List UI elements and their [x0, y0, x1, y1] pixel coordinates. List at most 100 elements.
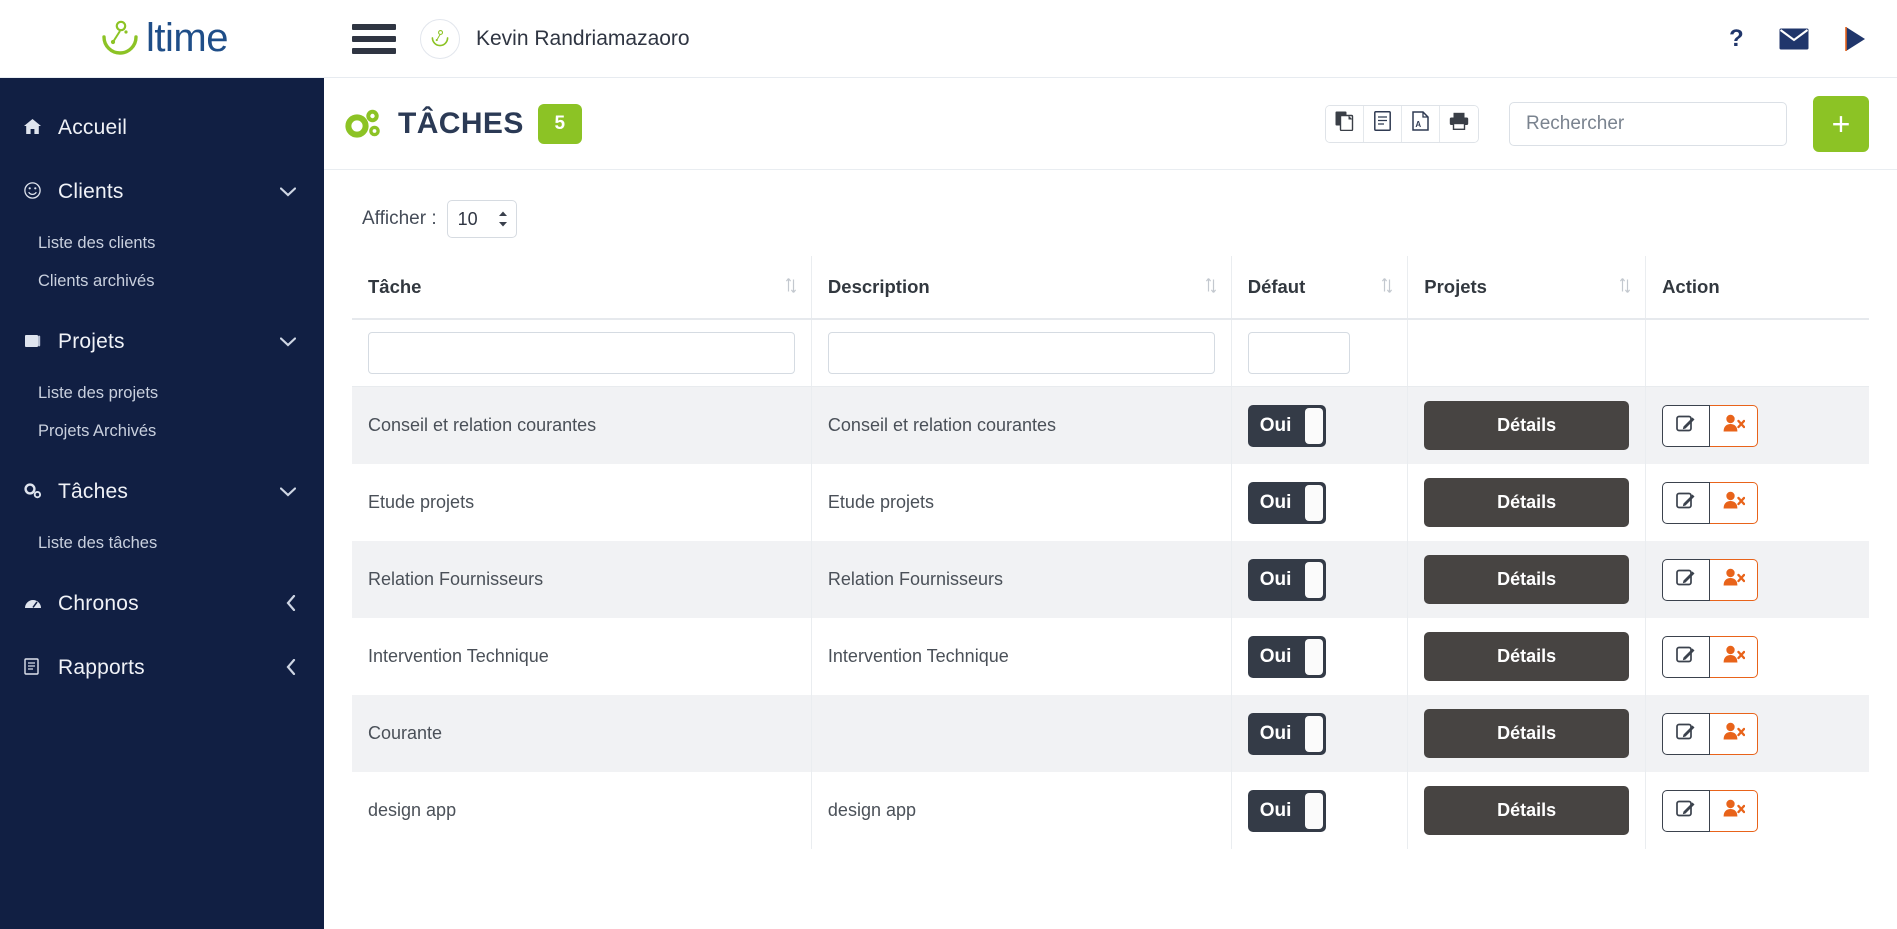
pencil-square-icon [1676, 490, 1696, 515]
defaut-toggle[interactable]: Oui [1247, 789, 1326, 832]
edit-row-button[interactable] [1662, 789, 1711, 832]
copy-export-button[interactable] [1326, 105, 1364, 142]
row-action-group [1662, 558, 1759, 601]
avatar[interactable] [420, 18, 460, 59]
column-header-description[interactable]: Description [811, 256, 1232, 320]
details-button[interactable]: Détails [1424, 632, 1630, 681]
column-label: Projets [1424, 276, 1487, 297]
top-bar: Kevin Randriamazaoro ? [324, 0, 1897, 78]
edit-row-button[interactable] [1662, 635, 1711, 678]
pdf-icon: A [1412, 111, 1429, 136]
remove-user-button[interactable] [1710, 635, 1759, 678]
sidebar-item-taches[interactable]: Tâches [0, 460, 324, 524]
logo-mark-icon [96, 15, 144, 63]
user-name: Kevin Randriamazaoro [476, 26, 690, 50]
sort-icon[interactable] [1381, 278, 1393, 297]
page-title-group: TÂCHES 5 [342, 103, 582, 144]
app-logo[interactable]: ltime [0, 0, 324, 78]
edit-row-button[interactable] [1662, 712, 1711, 755]
apps-icon[interactable] [1843, 26, 1869, 52]
chevron-down-icon[interactable] [279, 484, 300, 500]
defaut-toggle[interactable]: Oui [1247, 404, 1326, 447]
sort-icon[interactable] [1619, 278, 1631, 297]
chevron-down-icon[interactable] [279, 184, 300, 200]
column-header-projets[interactable]: Projets [1407, 256, 1647, 320]
details-button[interactable]: Détails [1424, 478, 1630, 527]
sidebar-item-chronos[interactable]: Chronos [0, 572, 324, 636]
cell-action [1645, 618, 1869, 695]
remove-user-button[interactable] [1710, 404, 1759, 447]
toggle-knob [1304, 484, 1323, 521]
table-filter-body [352, 319, 1869, 387]
details-button[interactable]: Détails [1424, 709, 1630, 758]
page-size-select[interactable]: 10 [446, 200, 517, 238]
table-row: Relation Fournisseurs Relation Fournisseu… [352, 541, 1869, 618]
sidebar-item-rapports[interactable]: Rapports [0, 636, 324, 700]
mail-icon[interactable] [1779, 28, 1809, 50]
column-header-tache[interactable]: Tâche [352, 256, 812, 320]
sort-icon[interactable] [1205, 278, 1217, 297]
search-input[interactable] [1509, 101, 1787, 146]
sidebar-item-liste-des-taches[interactable]: Liste des tâches [0, 524, 324, 562]
sidebar-nav: Accueil Clients Liste des clients Client… [0, 78, 324, 929]
cell-tache: design app [352, 772, 812, 849]
sidebar-label-chronos: Chronos [58, 592, 139, 615]
cell-description: Etude projets [811, 464, 1232, 541]
defaut-toggle[interactable]: Oui [1247, 635, 1326, 678]
cell-defaut: Oui [1231, 386, 1409, 464]
filter-input-defaut[interactable] [1247, 332, 1350, 374]
toggle-knob [1304, 638, 1323, 675]
cell-tache: Etude projets [352, 464, 812, 541]
hamburger-icon[interactable] [352, 23, 396, 54]
filter-input-description[interactable] [827, 332, 1215, 374]
column-label: Tâche [368, 276, 422, 297]
edit-row-button[interactable] [1662, 481, 1711, 524]
sidebar-item-liste-des-projets[interactable]: Liste des projets [0, 374, 324, 412]
sidebar-label-projets: Projets [58, 330, 125, 353]
edit-row-button[interactable] [1662, 404, 1711, 447]
details-button[interactable]: Détails [1424, 786, 1630, 835]
sidebar-item-clients[interactable]: Clients [0, 160, 324, 224]
details-button[interactable]: Détails [1424, 555, 1630, 604]
sidebar-item-accueil[interactable]: Accueil [0, 96, 324, 160]
cell-action [1645, 695, 1869, 772]
excel-export-button[interactable] [1364, 105, 1402, 142]
defaut-toggle[interactable]: Oui [1247, 481, 1326, 524]
user-times-icon [1723, 645, 1745, 669]
defaut-toggle[interactable]: Oui [1247, 712, 1326, 755]
sidebar-item-projets-archives[interactable]: Projets Archivés [0, 412, 324, 450]
print-button[interactable] [1440, 105, 1478, 142]
pdf-export-button[interactable]: A [1402, 105, 1440, 142]
sidebar-item-projets[interactable]: Projets [0, 310, 324, 374]
chevron-down-icon[interactable] [279, 334, 300, 350]
column-label: Description [827, 276, 930, 297]
details-button[interactable]: Détails [1424, 401, 1630, 450]
chevron-left-icon[interactable] [286, 658, 300, 678]
sidebar-item-clients-archives[interactable]: Clients archivés [0, 262, 324, 300]
cell-projets: Détails [1407, 772, 1647, 849]
remove-user-button[interactable] [1710, 558, 1759, 601]
help-icon[interactable]: ? [1729, 26, 1745, 52]
toggle-label: Oui [1259, 645, 1292, 667]
row-action-group [1662, 635, 1759, 678]
filter-input-tache[interactable] [368, 332, 795, 374]
add-task-button[interactable]: + [1813, 95, 1869, 152]
table-body: Conseil et relation courantes Conseil et … [352, 386, 1869, 849]
sort-icon[interactable] [785, 278, 797, 297]
cell-defaut: Oui [1231, 772, 1409, 849]
column-label: Action [1662, 276, 1720, 297]
column-header-defaut[interactable]: Défaut [1231, 256, 1409, 320]
cell-defaut: Oui [1231, 695, 1409, 772]
remove-user-button[interactable] [1710, 789, 1759, 832]
remove-user-button[interactable] [1710, 481, 1759, 524]
toggle-label: Oui [1259, 414, 1292, 436]
row-action-group [1662, 481, 1759, 524]
sidebar-item-liste-des-clients[interactable]: Liste des clients [0, 224, 324, 262]
table-row: Etude projets Etude projets Oui Détails [352, 464, 1869, 541]
remove-user-button[interactable] [1710, 712, 1759, 755]
top-bar-icons: ? [1729, 26, 1869, 52]
toggle-label: Oui [1259, 491, 1292, 513]
chevron-left-icon[interactable] [286, 594, 300, 614]
defaut-toggle[interactable]: Oui [1247, 558, 1326, 601]
edit-row-button[interactable] [1662, 558, 1711, 601]
